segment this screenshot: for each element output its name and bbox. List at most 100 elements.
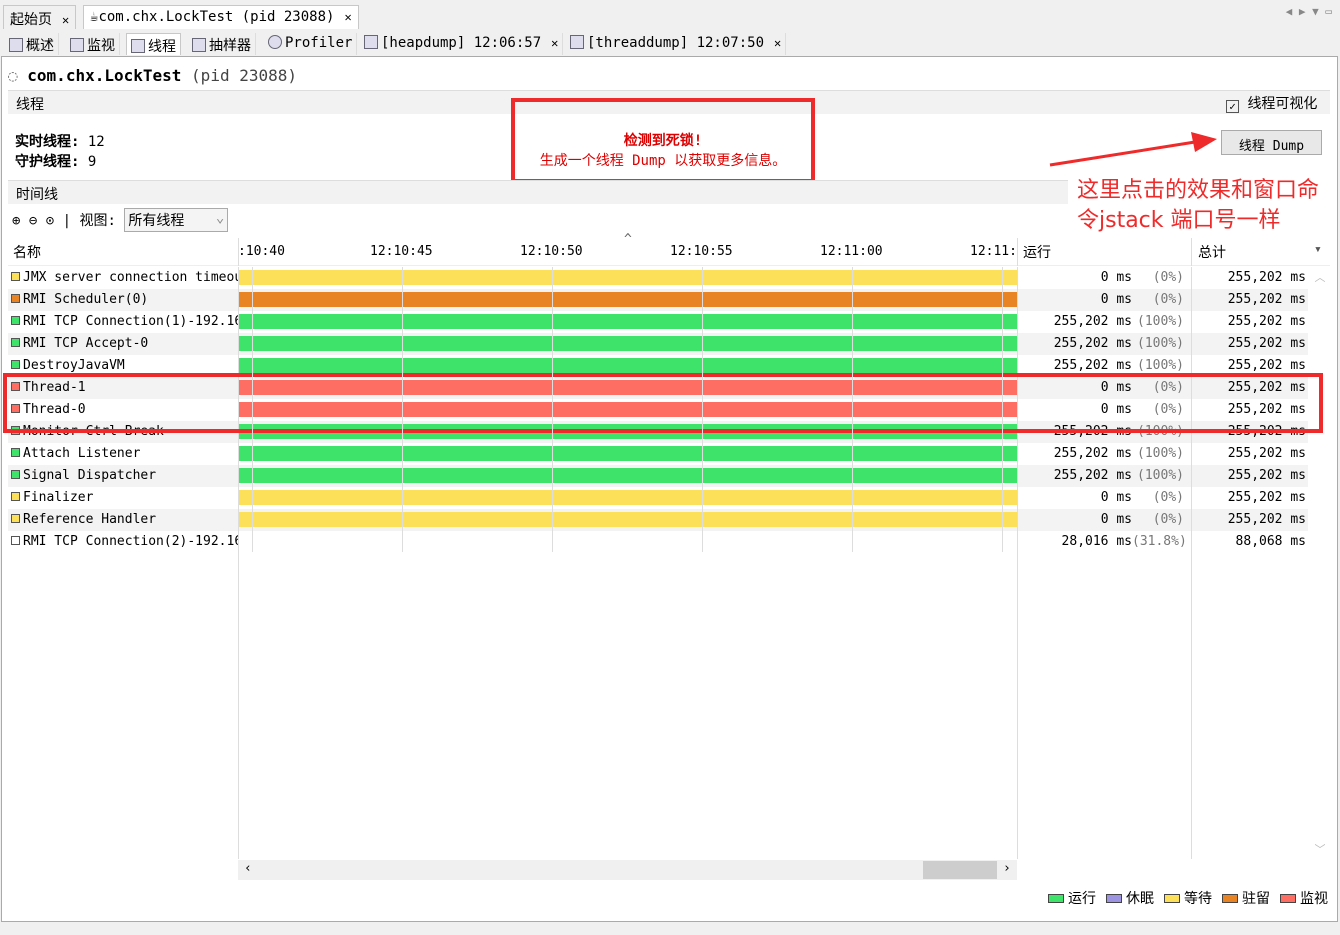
live-threads-label: 实时线程:: [15, 134, 80, 150]
column-name[interactable]: 名称: [13, 242, 41, 262]
section-title: 线程: [16, 97, 44, 113]
subtab-threaddump[interactable]: [threaddump] 12:07:50 ✕: [566, 33, 787, 55]
table-row[interactable]: Attach Listener 255,202 ms (100%) 255,202 m…: [8, 443, 1308, 465]
column-menu-icon[interactable]: ▾: [1314, 242, 1322, 257]
table-row[interactable]: RMI Scheduler(0) 0 ms (0%) 255,202 ms: [8, 289, 1308, 311]
thread-dump-button[interactable]: 线程 Dump: [1221, 130, 1322, 155]
run-time: 255,202 ms: [1053, 314, 1132, 329]
thread-name: Signal Dispatcher: [11, 468, 239, 483]
thread-name: Attach Listener: [11, 446, 239, 461]
vertical-scrollbar[interactable]: ︿ ﹀: [1310, 267, 1330, 857]
table-row[interactable]: RMI TCP Accept-0 255,202 ms (100%) 255,202 …: [8, 333, 1308, 355]
run-time: 0 ms: [1100, 270, 1132, 285]
deadlock-message: 生成一个线程 Dump 以获取更多信息。: [539, 153, 787, 169]
close-icon[interactable]: ✕: [774, 36, 781, 50]
zoom-out-icon[interactable]: ⊖: [29, 213, 37, 229]
scroll-right-icon[interactable]: ›: [1003, 861, 1011, 876]
column-total[interactable]: 总计: [1198, 242, 1226, 262]
loading-icon: ◌: [8, 66, 18, 85]
deadlock-highlight-box: [3, 373, 1323, 433]
timeline-gridline: [852, 267, 853, 552]
table-row[interactable]: Signal Dispatcher 255,202 ms (100%) 255,202…: [8, 465, 1308, 487]
heapdump-icon: [364, 35, 378, 49]
table-row[interactable]: Reference Handler 0 ms (0%) 255,202 ms: [8, 509, 1308, 531]
thread-name-text: RMI TCP Connection(2)-192.168: [23, 534, 239, 549]
subtab-threads[interactable]: 线程: [126, 33, 181, 55]
subtab-label: 线程: [148, 39, 176, 55]
subtab-overview[interactable]: 概述: [5, 33, 59, 55]
legend-swatch-icon: [1164, 894, 1180, 903]
total-time: 255,202 ms: [1227, 446, 1306, 461]
timeline-gridline: [402, 267, 403, 552]
thread-state-bar: [239, 358, 1017, 373]
close-icon[interactable]: ✕: [344, 10, 351, 24]
timeline-tick-label: 12:10:50: [520, 244, 583, 259]
thread-name-text: Signal Dispatcher: [23, 468, 157, 483]
table-row[interactable]: JMX server connection timeout 0 ms (0%) 255…: [8, 267, 1308, 289]
total-time: 255,202 ms: [1227, 314, 1306, 329]
legend-item: 监视: [1280, 888, 1328, 908]
annotation-line: 这里点击的效果和窗口命: [1077, 178, 1320, 203]
chevron-down-icon: ⌄: [215, 210, 225, 226]
run-percent: (31.8%): [1132, 534, 1187, 549]
thread-state-bar: [239, 270, 1017, 285]
subtab-sampler[interactable]: 抽样器: [188, 33, 256, 55]
thread-name: RMI TCP Connection(1)-192.168: [11, 314, 239, 329]
thread-name-text: DestroyJavaVM: [23, 358, 125, 373]
app-pid: (pid 23088): [191, 66, 298, 85]
checkbox-label: 线程可视化: [1247, 96, 1318, 112]
daemon-threads-value: 9: [87, 154, 97, 170]
table-row[interactable]: RMI TCP Connection(1)-192.168 255,202 ms (…: [8, 311, 1308, 333]
thread-state-bar: [239, 446, 1017, 461]
legend-item: 运行: [1048, 888, 1096, 908]
subtab-label: Profiler: [285, 35, 353, 51]
subtab-label: 抽样器: [209, 38, 251, 54]
subtab-monitor[interactable]: 监视: [66, 33, 120, 55]
view-select[interactable]: 所有线程 ⌄: [124, 208, 229, 232]
total-time: 255,202 ms: [1227, 358, 1306, 373]
run-time: 0 ms: [1100, 512, 1132, 527]
tab-nav-arrows[interactable]: ◀ ▶ ▼ ▭: [1286, 5, 1332, 18]
table-row[interactable]: RMI TCP Connection(2)-192.168 28,016 ms (3…: [8, 531, 1308, 553]
zoom-in-icon[interactable]: ⊕: [12, 213, 20, 229]
timeline-tick-label: 12:11:00: [820, 244, 883, 259]
subtab-heapdump[interactable]: [heapdump] 12:06:57 ✕: [360, 33, 564, 55]
total-time: 255,202 ms: [1227, 270, 1306, 285]
timeline-tick-label: :10:40: [238, 244, 285, 259]
run-percent: (100%): [1137, 446, 1184, 461]
threaddump-icon: [570, 35, 584, 49]
timeline-toolbar: ⊕ ⊖ ⊙ | 视图: 所有线程 ⌄: [12, 208, 229, 232]
tab-locktest[interactable]: ☕com.chx.LockTest (pid 23088) ✕: [83, 5, 359, 29]
thread-name-text: RMI Scheduler(0): [23, 292, 149, 307]
thread-state-bar: [239, 512, 1017, 527]
state-swatch-icon: [11, 272, 20, 281]
state-swatch-icon: [11, 294, 20, 303]
timeline-gridline: [252, 267, 253, 552]
overview-icon: [9, 38, 23, 52]
close-icon[interactable]: ✕: [551, 36, 558, 50]
run-percent: (0%): [1152, 270, 1184, 285]
sort-asc-icon: ^: [624, 232, 632, 247]
run-percent: (100%): [1137, 468, 1184, 483]
view-label: 视图:: [79, 213, 116, 229]
run-time: 28,016 ms: [1061, 534, 1132, 549]
timeline-gridline: [702, 267, 703, 552]
timeline-tick-label: 12:10:55: [670, 244, 733, 259]
column-run[interactable]: 运行: [1023, 242, 1051, 262]
legend-item: 等待: [1164, 888, 1212, 908]
visualize-checkbox[interactable]: ✓ 线程可视化: [1226, 93, 1317, 113]
run-time: 255,202 ms: [1053, 468, 1132, 483]
annotation-line: 令jstack 端口号一样: [1077, 208, 1281, 233]
thread-name: DestroyJavaVM: [11, 358, 239, 373]
scroll-left-icon[interactable]: ‹: [244, 861, 252, 876]
table-row[interactable]: Finalizer 0 ms (0%) 255,202 ms: [8, 487, 1308, 509]
zoom-fit-icon[interactable]: ⊙: [46, 213, 54, 229]
subtab-profiler[interactable]: Profiler: [264, 33, 358, 55]
scrollbar-thumb[interactable]: [923, 861, 997, 879]
timeline-gridline: [1002, 267, 1003, 552]
legend-swatch-icon: [1280, 894, 1296, 903]
horizontal-scrollbar[interactable]: ‹ ›: [238, 860, 1017, 880]
subtab-label: [heapdump] 12:06:57: [381, 35, 542, 51]
tab-start-page[interactable]: 起始页 ✕: [3, 5, 77, 29]
close-icon[interactable]: ✕: [62, 13, 69, 27]
